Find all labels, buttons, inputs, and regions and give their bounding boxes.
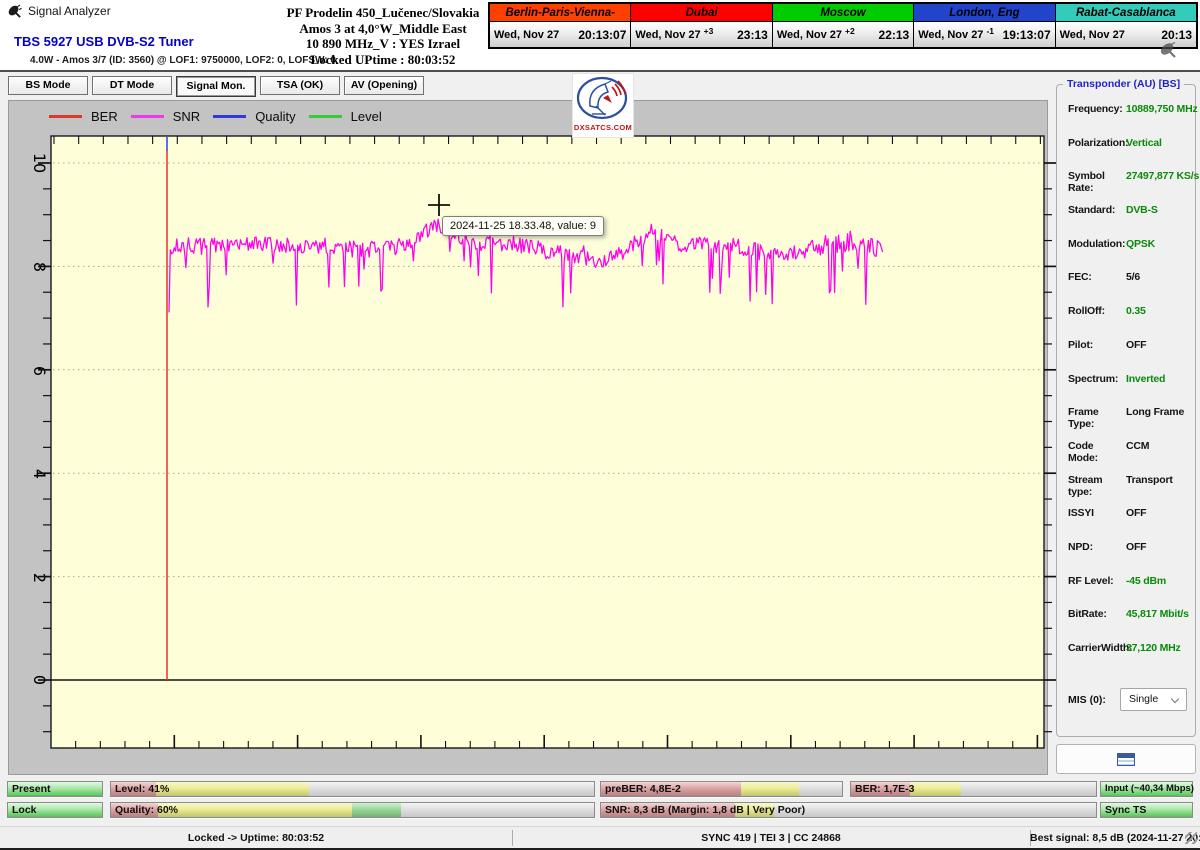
dxsatcs-dish-icon <box>576 76 630 120</box>
clock-time: Wed, Nov 27 -1 19:13:07 <box>914 22 1054 47</box>
panel-window-icon <box>1117 753 1135 766</box>
tab-signal-mon[interactable]: Signal Mon. <box>176 76 256 97</box>
chevron-down-icon <box>1171 695 1179 703</box>
status-bar: Locked -> Uptime: 80:03:52 SYNC 419 | TE… <box>0 826 1200 848</box>
preber-bar: preBER: 4,8E-2 <box>600 781 843 797</box>
transponder-row: BitRate:45,817 Mbit/s <box>1068 608 1192 642</box>
legend-item-snr: SNR <box>131 109 200 124</box>
ber-line-swatch <box>49 115 82 118</box>
transponder-row: Polarization:Vertical <box>1068 137 1192 171</box>
clock-london: London, Eng Wed, Nov 27 -1 19:13:07 <box>914 4 1055 47</box>
tab-dt-mode[interactable]: DT Mode <box>92 76 172 95</box>
clock-dubai: Dubai Wed, Nov 27 +3 23:13 <box>631 4 772 47</box>
y-tick-label: 0 <box>25 666 49 694</box>
transponder-rows: Frequency:10889,750 MHz Polarization:Ver… <box>1068 103 1192 676</box>
snr-bar: SNR: 8,3 dB (Margin: 1,8 dB | Very Poor) <box>600 802 1097 818</box>
panel-toggle-button[interactable] <box>1056 744 1196 774</box>
tab-av[interactable]: AV (Opening) <box>344 76 424 95</box>
y-tick-label: 6 <box>25 357 49 385</box>
clock-time: Wed, Nov 27 +2 22:13 <box>773 22 913 47</box>
clock-moscow: Moscow Wed, Nov 27 +2 22:13 <box>773 4 914 47</box>
clock-city-label: Moscow <box>773 4 913 22</box>
input-indicator: Input (~40,34 Mbps) <box>1100 781 1193 797</box>
transponder-row: Code Mode:CCM <box>1068 440 1192 474</box>
y-tick-label: 8 <box>25 253 49 281</box>
transponder-row: Spectrum:Inverted <box>1068 373 1192 407</box>
lock-indicator: Lock <box>7 802 103 818</box>
mis-label: MIS (0): <box>1068 694 1106 706</box>
legend-item-level: Level <box>309 109 382 124</box>
mode-tab-bar: BS Mode DT Mode Signal Mon. TSA (OK) AV … <box>8 76 424 97</box>
present-indicator: Present <box>7 781 103 797</box>
clock-city-label: London, Eng <box>914 4 1054 22</box>
y-tick-label: 10 <box>25 149 49 177</box>
snr-line-swatch <box>131 115 164 118</box>
tuner-title: TBS 5927 USB DVB-S2 Tuner <box>14 34 194 49</box>
status-sync-counters: SYNC 419 | TEI 3 | CC 24868 <box>512 827 1030 849</box>
transponder-row: NPD:OFF <box>1068 541 1192 575</box>
transponder-row: Frequency:10889,750 MHz <box>1068 103 1192 137</box>
signal-chart-area: BER SNR Quality Level 10 8 6 4 2 0 <box>8 100 1048 775</box>
legend-item-quality: Quality <box>213 109 295 124</box>
satellite-dish-icon <box>7 4 22 24</box>
site-line: Amos 3 at 4,0°W_Middle East <box>274 21 492 37</box>
clock-city-label: Berlin-Paris-Vienna-Roma <box>490 4 630 22</box>
transponder-row: Symbol Rate:27497,877 KS/s <box>1068 170 1192 204</box>
transponder-row: Modulation:QPSK <box>1068 238 1192 272</box>
resize-grip[interactable] <box>1185 832 1197 844</box>
chart-legend: BER SNR Quality Level <box>49 109 382 124</box>
level-line-swatch <box>309 115 342 118</box>
header-separator <box>0 70 1200 72</box>
y-tick-label: 2 <box>25 564 49 592</box>
tab-tsa[interactable]: TSA (OK) <box>260 76 340 95</box>
quality-line-swatch <box>213 115 246 118</box>
world-clocks-panel: Berlin-Paris-Vienna-Roma Wed, Nov 27 20:… <box>488 2 1198 49</box>
satellite-dish-icon <box>1158 42 1178 63</box>
status-best-signal: Best signal: 8,5 dB (2024-11-27 20:11) <box>1030 827 1188 849</box>
data-point-tooltip: 2024-11-25 18.33.48, value: 9 <box>442 216 604 236</box>
site-line: PF Prodelin 450_Lučenec/Slovakia <box>274 5 492 21</box>
clock-rabat: Rabat-Casablanca Wed, Nov 27 20:13 <box>1056 4 1196 47</box>
sync-ts-indicator: Sync TS <box>1100 802 1193 818</box>
dxsatcs-logo: DXSATCS.COM <box>572 73 634 138</box>
clock-time: Wed, Nov 27 +3 23:13 <box>631 22 771 47</box>
clock-berlin: Berlin-Paris-Vienna-Roma Wed, Nov 27 20:… <box>490 4 631 47</box>
legend-item-ber: BER <box>49 109 118 124</box>
tab-bs-mode[interactable]: BS Mode <box>8 76 88 95</box>
ber-bar: BER: 1,7E-3 <box>850 781 1097 797</box>
quality-bar: Quality: 60% <box>110 802 595 818</box>
window-title: Signal Analyzer <box>28 4 111 18</box>
y-tick-label: 4 <box>25 460 49 488</box>
clock-city-label: Rabat-Casablanca <box>1056 4 1196 22</box>
clock-time: Wed, Nov 27 20:13:07 <box>490 22 630 47</box>
site-info-block: PF Prodelin 450_Lučenec/Slovakia Amos 3 … <box>274 5 492 67</box>
status-uptime: Locked -> Uptime: 80:03:52 <box>0 827 512 849</box>
site-line: 10 890 MHz_V : YES Izrael <box>274 36 492 52</box>
transponder-row: RF Level:-45 dBm <box>1068 575 1192 609</box>
dxsatcs-logo-text: DXSATCS.COM <box>573 123 633 132</box>
transponder-row: Frame Type:Long Frame <box>1068 406 1192 440</box>
transponder-row: CarrierWidth:37,120 MHz <box>1068 642 1192 676</box>
site-line: Locked UPtime : 80:03:52 <box>274 52 492 68</box>
transponder-row: FEC:5/6 <box>1068 271 1192 305</box>
transponder-row: Pilot:OFF <box>1068 339 1192 373</box>
transponder-row: ISSYIOFF <box>1068 507 1192 541</box>
transponder-row: Stream type:Transport <box>1068 474 1192 508</box>
transponder-row: RollOff:0.35 <box>1068 305 1192 339</box>
transponder-panel-title: Transponder (AU) [BS] <box>1063 78 1184 90</box>
level-bar: Level: 41% <box>110 781 595 797</box>
transponder-row: Standard:DVB-S <box>1068 204 1192 238</box>
clock-city-label: Dubai <box>631 4 771 22</box>
mis-select[interactable]: Single <box>1120 688 1187 711</box>
